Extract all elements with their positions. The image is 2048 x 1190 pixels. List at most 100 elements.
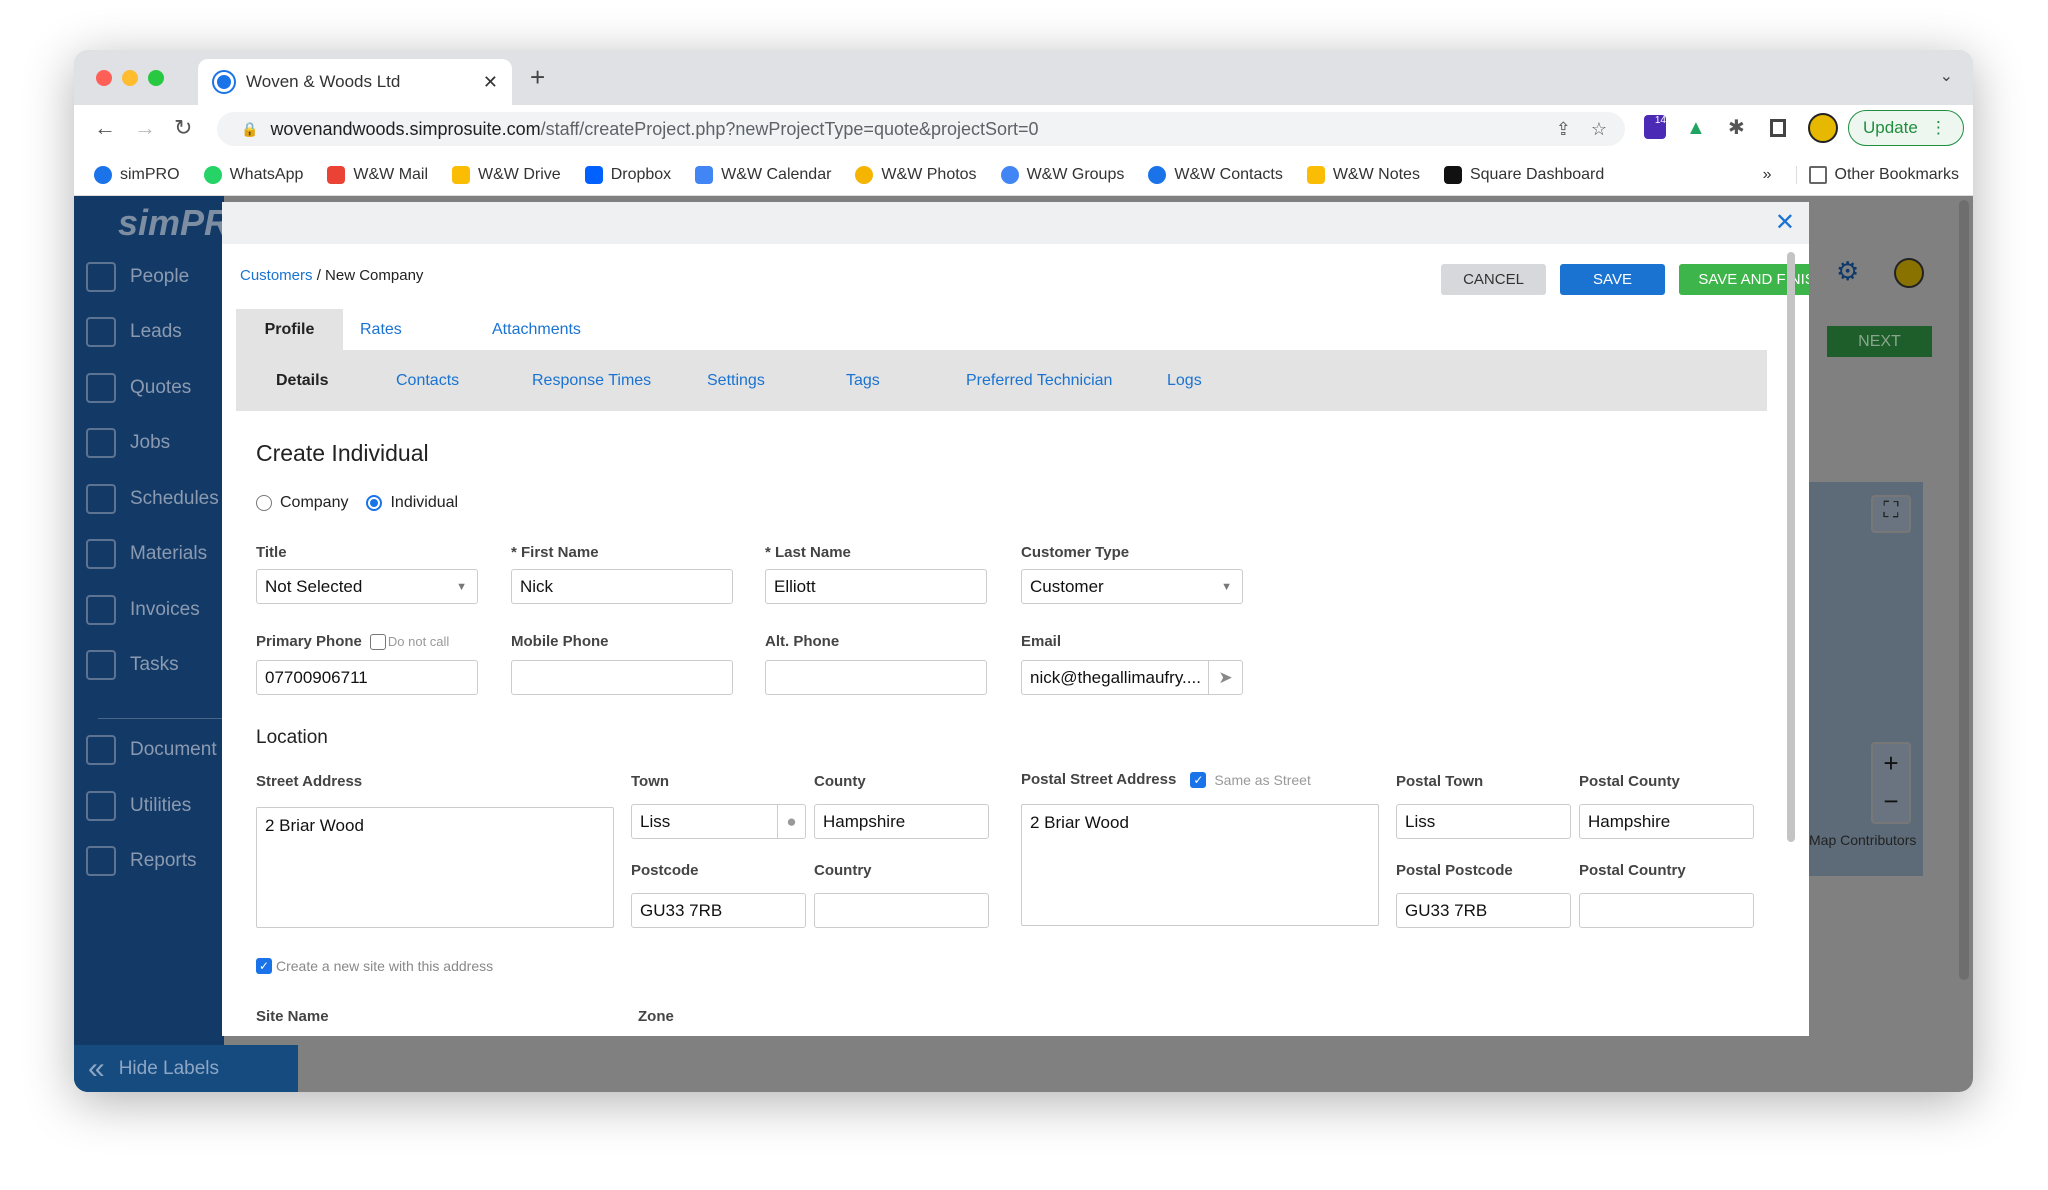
postal-country-input[interactable] xyxy=(1579,893,1754,928)
subtab-tags[interactable]: Tags xyxy=(846,350,880,411)
hide-labels-button[interactable]: « Hide Labels xyxy=(74,1045,298,1092)
share-icon[interactable]: ⇪ xyxy=(1556,119,1571,140)
postal-postcode-input[interactable]: GU33 7RB xyxy=(1396,893,1571,928)
mobile-phone-input[interactable] xyxy=(511,660,733,695)
sidebar-label: Materials xyxy=(130,543,208,564)
bookmark-mail[interactable]: W&W Mail xyxy=(327,165,428,184)
bookmarks-overflow[interactable]: » xyxy=(1763,166,1772,184)
subtab-contacts[interactable]: Contacts xyxy=(396,350,459,411)
extension-icon[interactable]: 14 xyxy=(1644,115,1666,139)
bookmark-square[interactable]: Square Dashboard xyxy=(1443,165,1604,184)
street-address-label: Street Address xyxy=(256,773,363,790)
sidebar-item-schedules[interactable]: Schedules xyxy=(86,484,219,514)
minimize-window-button[interactable] xyxy=(122,70,138,86)
postal-town-input[interactable]: Liss xyxy=(1396,804,1571,839)
town-input[interactable]: Liss ● xyxy=(631,804,806,839)
subtab-logs[interactable]: Logs xyxy=(1167,350,1202,411)
tab-list-chevron-icon[interactable]: ⌄ xyxy=(1940,66,1953,86)
last-name-input[interactable]: Elliott xyxy=(765,569,987,604)
bookmark-star-icon[interactable]: ☆ xyxy=(1591,119,1607,140)
postal-county-input[interactable]: Hampshire xyxy=(1579,804,1754,839)
side-panel-icon[interactable] xyxy=(1770,119,1786,137)
reload-icon[interactable]: ↻ xyxy=(174,115,192,141)
radio-individual[interactable] xyxy=(366,495,383,511)
zoom-in-button[interactable]: + xyxy=(1873,744,1909,782)
subtab-details[interactable]: Details xyxy=(276,350,328,411)
extensions-puzzle-icon[interactable]: ✱ xyxy=(1728,115,1745,140)
subtab-response-times[interactable]: Response Times xyxy=(532,350,651,411)
bookmark-photos[interactable]: W&W Photos xyxy=(855,165,977,184)
bookmark-notes[interactable]: W&W Notes xyxy=(1306,165,1420,184)
sidebar-item-tasks[interactable]: Tasks xyxy=(86,650,179,680)
primary-phone-input[interactable]: 07700906711 xyxy=(256,660,478,695)
page-scrollbar[interactable] xyxy=(1959,200,1969,980)
country-input[interactable] xyxy=(814,893,989,928)
bookmark-calendar[interactable]: W&W Calendar xyxy=(695,165,831,184)
bookmark-contacts[interactable]: W&W Contacts xyxy=(1148,165,1283,184)
close-modal-icon[interactable]: ✕ xyxy=(1775,208,1795,237)
browser-tab[interactable]: Woven & Woods Ltd ✕ xyxy=(198,59,512,105)
same-as-street-checkbox[interactable]: ✓ xyxy=(1190,771,1207,788)
sidebar-item-materials[interactable]: Materials xyxy=(86,539,207,569)
tab-rates[interactable]: Rates xyxy=(360,321,402,339)
google-drive-extension-icon[interactable]: ▲ xyxy=(1686,117,1706,140)
other-bookmarks[interactable]: Other Bookmarks xyxy=(1795,165,1959,184)
forward-icon[interactable]: → xyxy=(134,115,156,141)
save-button[interactable]: SAVE xyxy=(1560,264,1665,295)
do-not-call-checkbox[interactable] xyxy=(369,633,386,650)
map-attribution[interactable]: Map Contributors xyxy=(1809,832,1916,848)
cancel-button[interactable]: CANCEL xyxy=(1441,264,1546,295)
title-select[interactable]: Not Selected ▼ xyxy=(256,569,478,604)
settings-gear-icon[interactable]: ⚙ xyxy=(1836,256,1859,287)
maximize-window-button[interactable] xyxy=(148,70,164,86)
new-tab-button[interactable]: + xyxy=(530,62,545,93)
profile-avatar[interactable] xyxy=(1808,113,1838,143)
breadcrumb-customers-link[interactable]: Customers xyxy=(240,267,313,284)
close-window-button[interactable] xyxy=(96,70,112,86)
update-button[interactable]: Update ⋮ xyxy=(1848,110,1964,146)
postcode-input[interactable]: GU33 7RB xyxy=(631,893,806,928)
first-name-input[interactable]: Nick xyxy=(511,569,733,604)
new-site-checkbox[interactable]: ✓ xyxy=(256,958,272,974)
modal-scrollbar[interactable] xyxy=(1787,252,1795,842)
bookmark-groups[interactable]: W&W Groups xyxy=(1000,165,1124,184)
sidebar-item-documents[interactable]: Document xyxy=(86,735,217,765)
simpro-favicon-icon xyxy=(214,72,234,92)
street-address-textarea[interactable]: 2 Briar Wood xyxy=(256,807,614,928)
close-tab-icon[interactable]: ✕ xyxy=(483,72,498,93)
bookmark-simpro[interactable]: simPRO xyxy=(94,165,180,184)
email-input[interactable]: nick@thegallimaufry.... ➤ xyxy=(1021,660,1243,695)
sidebar-item-quotes[interactable]: Quotes xyxy=(86,373,191,403)
sidebar-item-people[interactable]: People xyxy=(86,262,189,292)
hide-labels-label: Hide Labels xyxy=(118,1057,220,1079)
customer-type-select[interactable]: Customer ▼ xyxy=(1021,569,1243,604)
postal-street-textarea[interactable]: 2 Briar Wood xyxy=(1021,804,1379,926)
subtab-preferred-technician[interactable]: Preferred Technician xyxy=(966,350,1112,411)
bookmark-label: W&W Photos xyxy=(881,165,977,183)
next-button[interactable]: NEXT xyxy=(1827,326,1932,357)
address-bar[interactable]: 🔒 wovenandwoods.simprosuite.com/staff/cr… xyxy=(217,112,1625,146)
county-input[interactable]: Hampshire xyxy=(814,804,989,839)
sidebar-item-invoices[interactable]: Invoices xyxy=(86,595,200,625)
tab-attachments[interactable]: Attachments xyxy=(492,321,581,339)
back-icon[interactable]: ← xyxy=(94,115,116,141)
map-view[interactable]: ⛶ + − Map Contributors xyxy=(1809,482,1923,876)
user-avatar[interactable] xyxy=(1894,258,1924,288)
tab-profile[interactable]: Profile xyxy=(236,309,343,350)
fullscreen-icon[interactable]: ⛶ xyxy=(1871,495,1911,533)
sidebar-item-utilities[interactable]: Utilities xyxy=(86,791,191,821)
sidebar-item-leads[interactable]: Leads xyxy=(86,317,182,347)
zoom-out-button[interactable]: − xyxy=(1873,782,1909,820)
bookmark-drive[interactable]: W&W Drive xyxy=(452,165,561,184)
people-icon xyxy=(86,262,116,292)
sidebar-item-reports[interactable]: Reports xyxy=(86,846,197,876)
radio-company[interactable] xyxy=(256,495,272,511)
dropdown-arrow-icon: ▼ xyxy=(456,580,467,593)
send-email-icon[interactable]: ➤ xyxy=(1208,661,1242,694)
bookmark-whatsapp[interactable]: WhatsApp xyxy=(203,165,303,184)
alt-phone-input[interactable] xyxy=(765,660,987,695)
bookmark-dropbox[interactable]: Dropbox xyxy=(584,165,671,184)
map-pin-icon[interactable]: ● xyxy=(777,805,805,838)
subtab-settings[interactable]: Settings xyxy=(707,350,765,411)
sidebar-item-jobs[interactable]: Jobs xyxy=(86,428,170,458)
